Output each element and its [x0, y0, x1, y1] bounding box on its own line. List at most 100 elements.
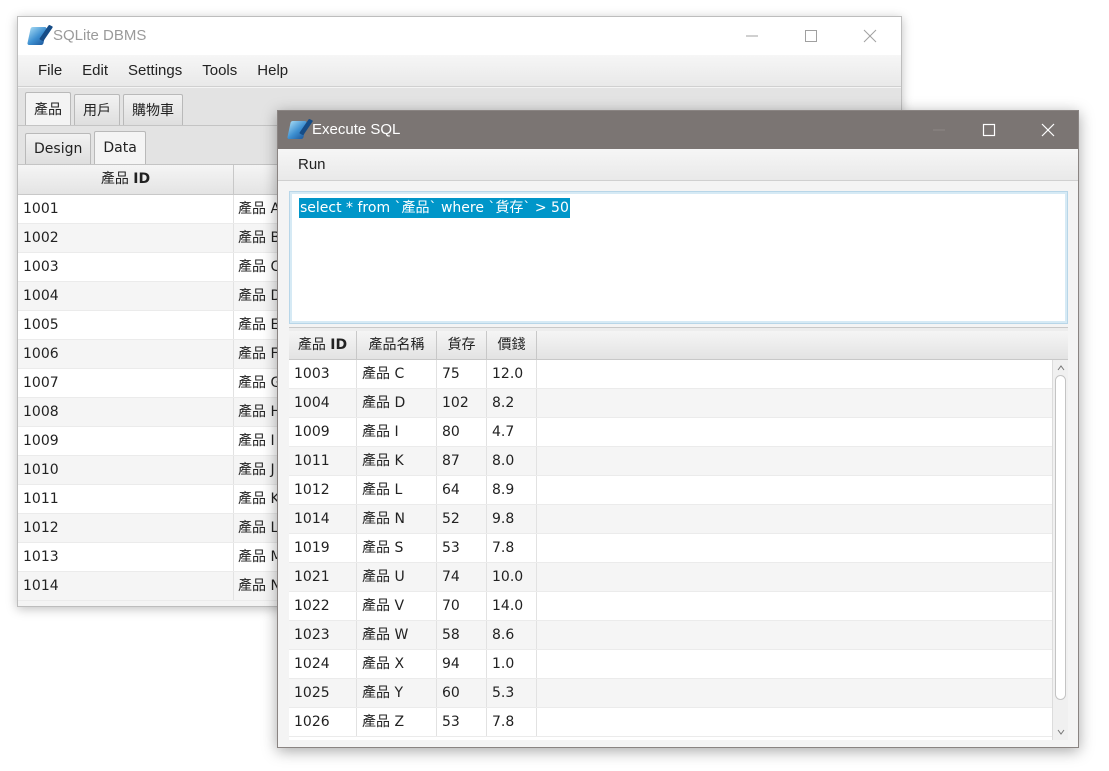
tab-products[interactable]: 產品: [25, 92, 71, 125]
cell-product-name[interactable]: 產品 L: [357, 476, 437, 504]
cell-product-id[interactable]: 1026: [289, 708, 357, 736]
cell-product-name[interactable]: 產品 D: [234, 282, 281, 310]
cell-price[interactable]: 1.0: [487, 650, 537, 678]
cell-product-id[interactable]: 1009: [289, 418, 357, 446]
menu-tools[interactable]: Tools: [192, 62, 247, 79]
cell-product-id[interactable]: 1004: [289, 389, 357, 417]
cell-product-id[interactable]: 1011: [18, 485, 234, 513]
table-row[interactable]: 1003 產品 C 75 12.0: [289, 360, 1068, 389]
cell-product-name[interactable]: 產品 Z: [357, 708, 437, 736]
cell-product-id[interactable]: 1022: [289, 592, 357, 620]
close-button[interactable]: [847, 17, 893, 55]
cell-product-name[interactable]: 產品 A: [234, 195, 280, 223]
cell-product-name[interactable]: 產品 K: [357, 447, 437, 475]
cell-product-id[interactable]: 1001: [18, 195, 234, 223]
cell-price[interactable]: 8.2: [487, 389, 537, 417]
cell-product-name[interactable]: 產品 F: [234, 340, 279, 368]
cell-product-name[interactable]: 產品 W: [357, 621, 437, 649]
cell-product-name[interactable]: 產品 M: [234, 543, 283, 571]
menu-edit[interactable]: Edit: [72, 62, 118, 79]
cell-stock[interactable]: 53: [437, 534, 487, 562]
tab-cart[interactable]: 購物車: [123, 94, 183, 125]
minimize-button[interactable]: [729, 17, 775, 55]
cell-stock[interactable]: 80: [437, 418, 487, 446]
cell-stock[interactable]: 74: [437, 563, 487, 591]
cell-price[interactable]: 10.0: [487, 563, 537, 591]
cell-price[interactable]: 7.8: [487, 534, 537, 562]
table-row[interactable]: 1023 產品 W 58 8.6: [289, 621, 1068, 650]
cell-product-id[interactable]: 1007: [18, 369, 234, 397]
cell-stock[interactable]: 70: [437, 592, 487, 620]
chevron-up-icon[interactable]: [1057, 364, 1065, 372]
cell-product-name[interactable]: 產品 H: [234, 398, 281, 426]
cell-product-id[interactable]: 1024: [289, 650, 357, 678]
cell-product-name[interactable]: 產品 C: [234, 253, 280, 281]
vertical-scrollbar[interactable]: [1052, 360, 1068, 740]
table-row[interactable]: 1019 產品 S 53 7.8: [289, 534, 1068, 563]
cell-product-name[interactable]: 產品 N: [234, 572, 281, 600]
cell-product-name[interactable]: 產品 C: [357, 360, 437, 388]
table-row[interactable]: 1014 產品 N 52 9.8: [289, 505, 1068, 534]
cell-product-name[interactable]: 產品 X: [357, 650, 437, 678]
cell-stock[interactable]: 102: [437, 389, 487, 417]
cell-product-name[interactable]: 產品 L: [234, 514, 278, 542]
minimize-button[interactable]: [916, 111, 962, 149]
cell-product-name[interactable]: 產品 V: [357, 592, 437, 620]
table-row[interactable]: 1004 產品 D 102 8.2: [289, 389, 1068, 418]
cell-price[interactable]: 9.8: [487, 505, 537, 533]
sql-editor[interactable]: select * from `產品` where `貨存` > 50: [289, 191, 1068, 324]
menu-run[interactable]: Run: [288, 156, 336, 173]
cell-product-id[interactable]: 1019: [289, 534, 357, 562]
cell-product-name[interactable]: 產品 I: [357, 418, 437, 446]
cell-stock[interactable]: 94: [437, 650, 487, 678]
tab-data[interactable]: Data: [94, 131, 146, 164]
cell-price[interactable]: 8.0: [487, 447, 537, 475]
cell-stock[interactable]: 60: [437, 679, 487, 707]
cell-product-id[interactable]: 1008: [18, 398, 234, 426]
cell-product-id[interactable]: 1014: [289, 505, 357, 533]
cell-product-id[interactable]: 1006: [18, 340, 234, 368]
cell-product-name[interactable]: 產品 U: [357, 563, 437, 591]
column-header-product-name[interactable]: 產品名稱: [357, 331, 437, 359]
table-row[interactable]: 1026 產品 Z 53 7.8: [289, 708, 1068, 737]
cell-product-name[interactable]: 產品 D: [357, 389, 437, 417]
cell-product-name[interactable]: 產品 B: [234, 224, 280, 252]
cell-price[interactable]: 7.8: [487, 708, 537, 736]
cell-product-name[interactable]: 產品 S: [357, 534, 437, 562]
cell-product-id[interactable]: 1023: [289, 621, 357, 649]
close-button[interactable]: [1025, 111, 1071, 149]
column-header-product-id[interactable]: 產品 ID: [289, 331, 357, 359]
table-row[interactable]: 1011 產品 K 87 8.0: [289, 447, 1068, 476]
cell-product-name[interactable]: 產品 K: [234, 485, 280, 513]
cell-product-id[interactable]: 1002: [18, 224, 234, 252]
column-header-price[interactable]: 價錢: [487, 331, 537, 359]
cell-product-id[interactable]: 1013: [18, 543, 234, 571]
cell-stock[interactable]: 53: [437, 708, 487, 736]
cell-product-name[interactable]: 產品 J: [234, 456, 275, 484]
cell-product-id[interactable]: 1005: [18, 311, 234, 339]
cell-stock[interactable]: 64: [437, 476, 487, 504]
cell-stock[interactable]: 58: [437, 621, 487, 649]
cell-price[interactable]: 4.7: [487, 418, 537, 446]
table-row[interactable]: 1021 產品 U 74 10.0: [289, 563, 1068, 592]
cell-product-name[interactable]: 產品 I: [234, 427, 275, 455]
cell-stock[interactable]: 52: [437, 505, 487, 533]
cell-product-id[interactable]: 1025: [289, 679, 357, 707]
menu-help[interactable]: Help: [247, 62, 298, 79]
cell-price[interactable]: 14.0: [487, 592, 537, 620]
column-header-stock[interactable]: 貨存: [437, 331, 487, 359]
cell-price[interactable]: 8.9: [487, 476, 537, 504]
table-row[interactable]: 1009 產品 I 80 4.7: [289, 418, 1068, 447]
table-row[interactable]: 1024 產品 X 94 1.0: [289, 650, 1068, 679]
main-titlebar[interactable]: SQLite DBMS: [18, 17, 901, 55]
maximize-button[interactable]: [966, 111, 1012, 149]
cell-product-id[interactable]: 1012: [18, 514, 234, 542]
exec-titlebar[interactable]: Execute SQL: [278, 111, 1078, 149]
menu-file[interactable]: File: [28, 62, 72, 79]
column-header-product-id[interactable]: 產品 ID: [18, 165, 234, 194]
cell-product-id[interactable]: 1004: [18, 282, 234, 310]
cell-stock[interactable]: 87: [437, 447, 487, 475]
cell-product-name[interactable]: 產品 G: [234, 369, 281, 397]
maximize-button[interactable]: [788, 17, 834, 55]
scrollbar-thumb[interactable]: [1055, 375, 1066, 700]
